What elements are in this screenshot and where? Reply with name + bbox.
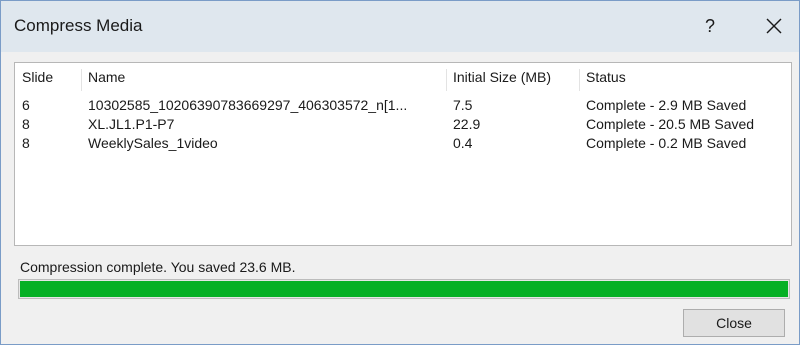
column-divider[interactable] <box>579 69 580 91</box>
list-item[interactable]: 6 10302585_10206390783669297_406303572_n… <box>15 97 791 115</box>
compression-status-message: Compression complete. You saved 23.6 MB. <box>20 259 296 275</box>
status-cell: Complete - 2.9 MB Saved <box>586 97 747 113</box>
column-header-initial-size[interactable]: Initial Size (MB) <box>453 69 551 85</box>
column-header-name[interactable]: Name <box>88 69 125 85</box>
slide-cell: 8 <box>22 116 30 132</box>
list-header: Slide Name Initial Size (MB) Status <box>15 69 791 91</box>
status-cell: Complete - 20.5 MB Saved <box>586 116 755 132</box>
media-list[interactable]: Slide Name Initial Size (MB) Status 6 10… <box>14 62 792 246</box>
progress-bar <box>18 279 790 299</box>
list-item[interactable]: 8 WeeklySales_1video 0.4 Complete - 0.2 … <box>15 135 791 153</box>
status-cell: Complete - 0.2 MB Saved <box>586 135 747 151</box>
size-cell: 0.4 <box>453 135 473 151</box>
close-button[interactable]: Close <box>683 309 785 337</box>
close-window-button[interactable] <box>759 11 789 41</box>
slide-cell: 8 <box>22 135 30 151</box>
column-header-slide[interactable]: Slide <box>22 69 53 85</box>
name-cell: 10302585_10206390783669297_406303572_n[1… <box>88 97 408 113</box>
name-cell: XL.JL1.P1-P7 <box>88 116 175 132</box>
column-header-status[interactable]: Status <box>586 69 626 85</box>
close-icon <box>766 18 782 34</box>
dialog-title: Compress Media <box>14 16 143 35</box>
column-divider[interactable] <box>446 69 447 91</box>
size-cell: 22.9 <box>453 116 481 132</box>
slide-cell: 6 <box>22 97 30 113</box>
help-button[interactable]: ? <box>695 11 725 41</box>
title-bar: Compress Media ? <box>1 1 799 52</box>
compress-media-dialog: Compress Media ? Slide Name Initial Size… <box>0 0 800 345</box>
size-cell: 7.5 <box>453 97 473 113</box>
column-divider[interactable] <box>81 69 82 91</box>
name-cell: WeeklySales_1video <box>88 135 218 151</box>
list-item[interactable]: 8 XL.JL1.P1-P7 22.9 Complete - 20.5 MB S… <box>15 116 791 134</box>
progress-fill <box>20 281 788 297</box>
